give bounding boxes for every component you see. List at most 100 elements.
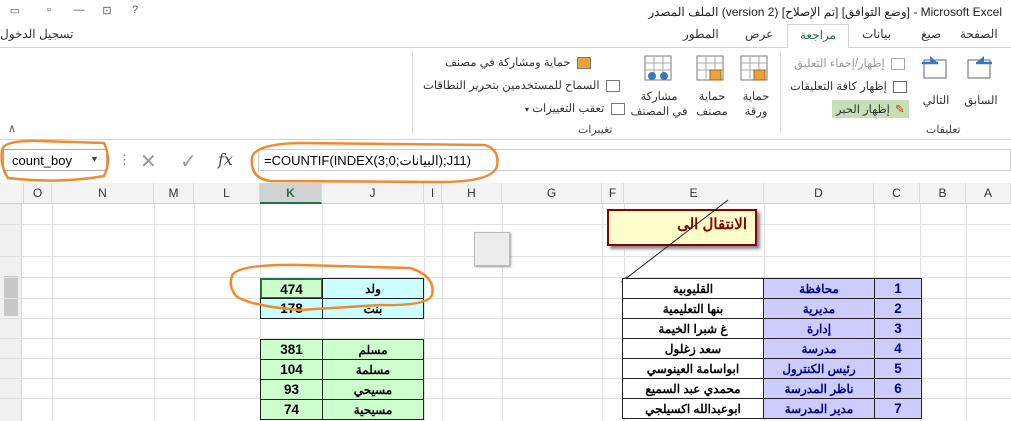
info-value-cell[interactable]: بنها التعليمية — [622, 298, 764, 319]
minimize-icon[interactable]: ▫ — [40, 4, 58, 16]
religion-count-cell[interactable]: 381 — [260, 339, 323, 360]
restore-icon[interactable]: ▭ — [6, 4, 24, 17]
next-comment-label: التالي — [922, 95, 950, 107]
insert-function-icon[interactable]: fx — [218, 150, 233, 169]
ribbon-panel: السابق التالي إظهار/إخفاء التعليق إظهار … — [0, 48, 1011, 140]
show-hide-comment-button[interactable]: إظهار/إخفاء التعليق — [794, 56, 905, 70]
column-header-m[interactable]: M — [154, 183, 194, 204]
gridline — [602, 204, 603, 421]
more-options-icon[interactable]: ⋮ — [118, 152, 131, 168]
info-value-cell[interactable]: محمدي عبد السميع — [622, 378, 764, 399]
info-label-cell[interactable]: إدارة — [763, 318, 875, 339]
excel-window: ▭ ▫ — ⊡ ? الملف المصدر (version 2) [تم ا… — [0, 0, 1011, 421]
column-header-a[interactable]: A — [966, 183, 1011, 204]
previous-comment-icon — [967, 56, 992, 79]
tab-page-layout[interactable]: الصفحة — [960, 27, 998, 41]
info-value-cell[interactable]: غ شبرا الخيمة — [622, 318, 764, 339]
info-num-cell[interactable]: 3 — [874, 318, 922, 339]
comments-icon — [893, 80, 908, 93]
group-separator — [412, 52, 413, 134]
cancel-icon[interactable]: ✕ — [140, 149, 157, 174]
tab-developer[interactable]: المطور — [683, 27, 719, 41]
girl-count-cell[interactable]: 178 — [260, 298, 323, 319]
column-header-l[interactable]: L — [194, 183, 260, 204]
tab-data[interactable]: بيانات — [862, 27, 891, 41]
name-box-dropdown-icon[interactable]: ▼ — [90, 154, 99, 164]
info-label-cell[interactable]: مدير المدرسة — [763, 398, 875, 419]
track-changes-button[interactable]: ▾ تعقب التغييرات — [525, 101, 625, 115]
info-value-cell[interactable]: ابواسامة العينوسي — [622, 358, 764, 379]
info-num-cell[interactable]: 1 — [874, 278, 922, 299]
column-header-g[interactable]: G — [502, 183, 602, 204]
info-label-cell[interactable]: مدرسة — [763, 338, 875, 359]
track-changes-icon — [610, 102, 625, 115]
info-num-cell[interactable]: 4 — [874, 338, 922, 359]
allow-users-edit-button[interactable]: السماح للمستخدمين بتحرير النطاقات — [423, 78, 620, 92]
column-header-b[interactable]: B — [920, 183, 966, 204]
changes-group-label: تغييرات — [578, 124, 613, 136]
protect-sheet-button[interactable]: حماية ورقة — [736, 54, 776, 120]
share-workbook-button[interactable]: مشاركة في المصنف — [630, 54, 688, 120]
religion-label-cell[interactable]: مسيحية — [322, 399, 424, 420]
help-icon[interactable]: ? — [126, 4, 144, 16]
scrollbar-thumb[interactable] — [4, 276, 18, 316]
boy-label-cell[interactable]: ولد — [322, 278, 424, 299]
tab-view[interactable]: عرض — [745, 27, 773, 41]
info-label-cell[interactable]: رئيس الكنترول — [763, 358, 875, 379]
boy-count-cell[interactable]: 474 — [260, 278, 323, 299]
info-value-cell[interactable]: سعد زغلول — [622, 338, 764, 359]
info-label-cell[interactable]: مديرية — [763, 298, 875, 319]
show-ink-button[interactable]: إظهار الحبر ✎ — [832, 100, 909, 118]
religion-count-cell[interactable]: 74 — [260, 399, 323, 420]
column-header-d[interactable]: D — [764, 183, 874, 204]
next-comment-button[interactable]: التالي — [914, 54, 958, 110]
ribbon-options-icon[interactable]: ⊡ — [98, 4, 116, 17]
info-num-cell[interactable]: 6 — [874, 378, 922, 399]
column-header-k[interactable]: K — [260, 183, 322, 204]
tab-review[interactable]: مراجعة — [787, 24, 850, 49]
religion-count-cell[interactable]: 104 — [260, 359, 323, 380]
formula-bar: count_boy ▼ ⋮ ✕ ✓ fx =COUNTIF(INDEX(البي… — [0, 148, 1011, 178]
previous-comment-button[interactable]: السابق — [958, 54, 1004, 110]
ribbon-display-icon[interactable]: — — [70, 4, 88, 16]
vertical-scrollbar[interactable] — [0, 204, 22, 421]
tab-formulas[interactable]: صيغ — [921, 27, 941, 41]
info-num-cell[interactable]: 7 — [874, 398, 922, 419]
column-header-h[interactable]: H — [442, 183, 502, 204]
info-num-cell[interactable]: 2 — [874, 298, 922, 319]
macro-button[interactable] — [474, 232, 510, 266]
enter-icon[interactable]: ✓ — [180, 149, 197, 174]
protect-workbook-button[interactable]: حماية مصنف — [692, 54, 732, 120]
info-value-cell[interactable]: القليوبية — [622, 278, 764, 299]
religion-label-cell[interactable]: مسيحي — [322, 379, 424, 400]
info-num-cell[interactable]: 5 — [874, 358, 922, 379]
info-label-cell[interactable]: محافظة — [763, 278, 875, 299]
girl-label-cell[interactable]: بنت — [322, 298, 424, 319]
protect-share-icon — [576, 56, 591, 69]
column-header-c[interactable]: C — [874, 183, 920, 204]
collapse-ribbon-icon[interactable]: ∧ — [8, 122, 16, 135]
column-header-j[interactable]: J — [322, 183, 424, 204]
gridline — [194, 204, 195, 421]
religion-count-cell[interactable]: 93 — [260, 379, 323, 400]
formula-input[interactable]: =COUNTIF(INDEX(البيانات;0;3);J11) — [258, 149, 1011, 171]
info-value-cell[interactable]: ابوعبدالله اكسيلجي — [622, 398, 764, 419]
column-header-i[interactable]: I — [424, 183, 442, 204]
protect-sheet-label-2: ورقة — [744, 106, 768, 118]
ink-icon: ✎ — [895, 104, 905, 116]
protect-sheet-label-1: حماية — [742, 91, 770, 103]
goto-connector-line — [620, 199, 729, 283]
share-workbook-label-1: مشاركة — [640, 91, 678, 103]
column-header-n[interactable]: N — [52, 183, 154, 204]
column-header-o[interactable]: O — [24, 183, 52, 204]
sign-in-link[interactable]: تسجيل الدخول — [0, 27, 73, 41]
protect-workbook-icon — [696, 55, 724, 81]
info-label-cell[interactable]: ناظر المدرسة — [763, 378, 875, 399]
protect-share-button[interactable]: حماية ومشاركة في مصنف — [445, 55, 591, 69]
select-all-corner[interactable] — [0, 183, 24, 204]
show-all-comments-button[interactable]: إظهار كافة التعليقات — [790, 79, 908, 93]
religion-label-cell[interactable]: مسلم — [322, 339, 424, 360]
allow-users-edit-label: السماح للمستخدمين بتحرير النطاقات — [423, 80, 600, 92]
show-ink-label: إظهار الحبر — [836, 104, 890, 116]
religion-label-cell[interactable]: مسلمة — [322, 359, 424, 380]
